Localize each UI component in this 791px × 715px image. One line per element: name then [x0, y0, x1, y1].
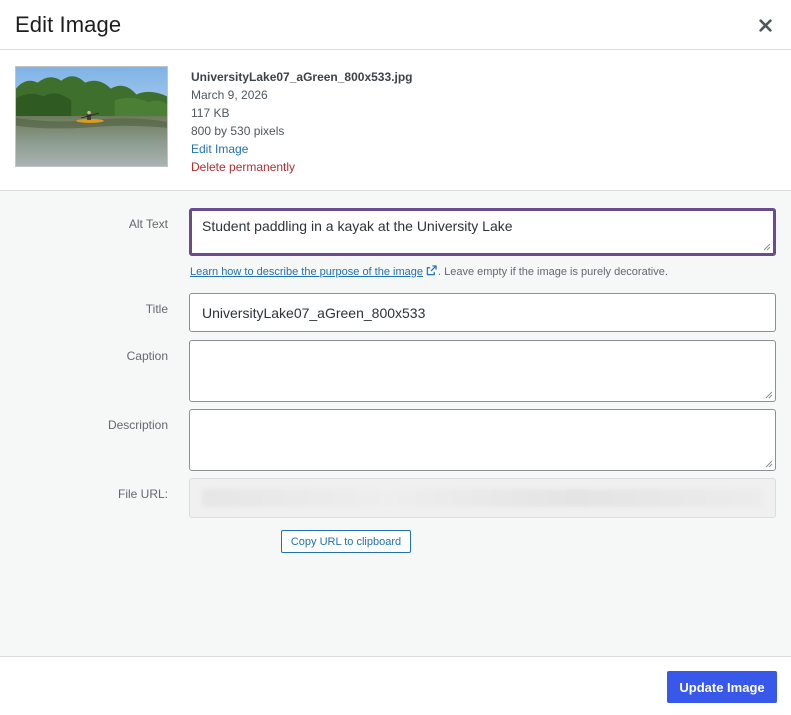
description-label: Description [107, 418, 168, 432]
alt-text-help-link[interactable]: Learn how to describe the purpose of the… [190, 266, 423, 278]
description-textarea[interactable] [189, 409, 776, 471]
resize-handle-icon[interactable] [765, 460, 773, 468]
title-label: Title [145, 302, 168, 316]
alt-text-help-text: . Leave empty if the image is purely dec… [437, 266, 668, 278]
caption-textarea[interactable] [189, 340, 776, 402]
upload-date: March 9, 2026 [191, 88, 268, 102]
file-url-label: File URL: [117, 487, 168, 501]
attachment-meta: UniversityLake07_aGreen_800x533.jpg Marc… [191, 68, 412, 176]
delete-permanently-link[interactable]: Delete permanently [191, 158, 412, 176]
alt-text-input[interactable]: Student paddling in a kayak at the Unive… [189, 208, 776, 256]
resize-handle-icon[interactable] [763, 243, 771, 251]
attachment-settings-form: Alt Text Student paddling in a kayak at … [0, 191, 791, 656]
modal-title: Edit Image [15, 12, 122, 37]
image-thumbnail [15, 66, 168, 167]
alt-text-value: Student paddling in a kayak at the Unive… [202, 218, 513, 234]
alt-text-help: Learn how to describe the purpose of the… [190, 265, 668, 278]
file-url-input[interactable] [189, 478, 776, 518]
caption-label: Caption [126, 349, 168, 363]
copy-url-button[interactable]: Copy URL to clipboard [281, 530, 411, 553]
file-name: UniversityLake07_aGreen_800x533.jpg [191, 70, 413, 84]
image-dimensions: 800 by 530 pixels [191, 124, 285, 138]
title-value: UniversityLake07_aGreen_800x533 [202, 304, 426, 321]
resize-handle-icon[interactable] [765, 391, 773, 399]
close-icon [758, 18, 772, 32]
edit-image-link[interactable]: Edit Image [191, 140, 412, 158]
update-image-button[interactable]: Update Image [667, 671, 777, 703]
external-link-icon [426, 265, 437, 276]
modal-footer: Update Image [0, 656, 791, 715]
attachment-details: UniversityLake07_aGreen_800x533.jpg Marc… [0, 50, 791, 191]
redacted-url [202, 489, 763, 507]
modal-header: Edit Image [0, 0, 791, 50]
file-size: 117 KB [191, 106, 230, 120]
alt-text-label: Alt Text [128, 217, 168, 231]
title-input[interactable]: UniversityLake07_aGreen_800x533 [189, 293, 776, 332]
close-button[interactable] [754, 14, 776, 36]
